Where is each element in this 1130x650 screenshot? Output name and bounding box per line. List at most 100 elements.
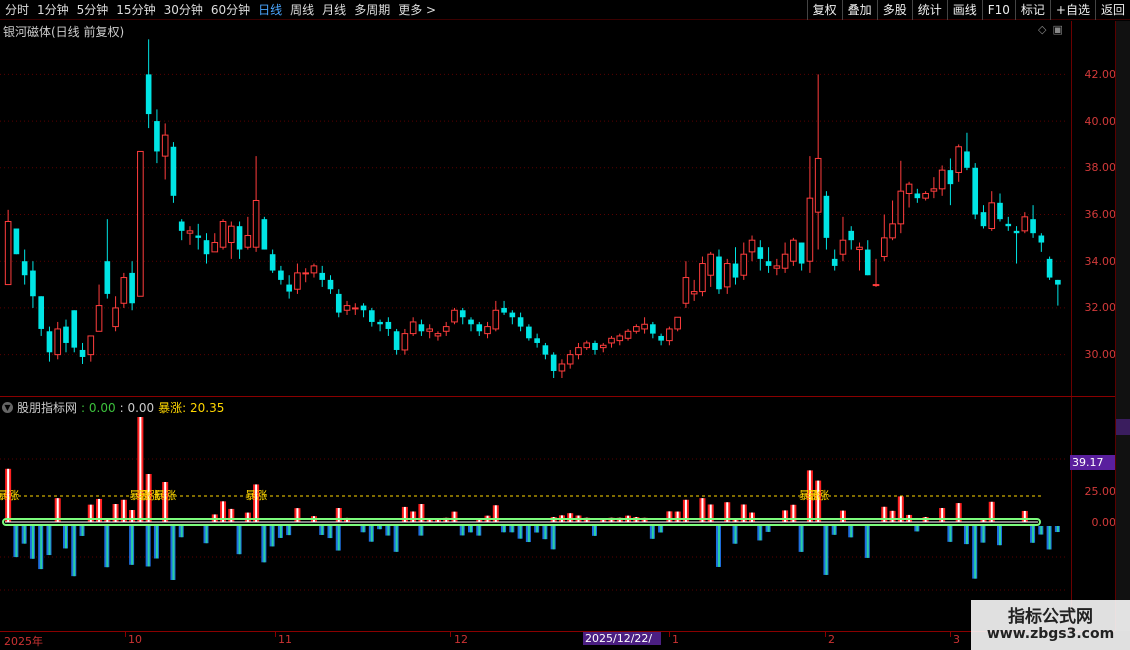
candle-body-up bbox=[955, 146, 962, 173]
candle-body-down bbox=[335, 293, 342, 313]
cursor-date-badge: 2025/12/22/一 bbox=[583, 632, 661, 650]
drop-bar-highlight bbox=[329, 526, 332, 539]
surge-bar-highlight bbox=[569, 513, 572, 522]
candle-body-up bbox=[4, 221, 12, 286]
candle-body-up bbox=[575, 347, 582, 356]
candle-body-down bbox=[261, 219, 268, 250]
panel-divider[interactable] bbox=[0, 396, 1115, 397]
candle-body-up bbox=[442, 326, 450, 332]
collapse-icon[interactable]: ▼ bbox=[2, 402, 13, 413]
candle-body-down bbox=[459, 310, 466, 318]
candle-body-down bbox=[765, 261, 772, 266]
candle-body-down bbox=[509, 312, 516, 318]
candle-body-down bbox=[592, 342, 598, 350]
drop-bar-highlight bbox=[511, 526, 514, 533]
candle-body-up bbox=[492, 309, 500, 330]
candle-body-down bbox=[393, 331, 400, 350]
surge-label: 暴涨 bbox=[807, 489, 829, 502]
candle-body-up bbox=[856, 246, 863, 251]
candle-body-down bbox=[997, 202, 1003, 220]
watermark-title: 指标公式网 bbox=[1008, 607, 1093, 627]
candle-body-down bbox=[658, 335, 664, 341]
candle-body-down bbox=[236, 226, 243, 250]
drop-bar-highlight bbox=[1048, 526, 1051, 550]
candle-body-up bbox=[781, 253, 789, 269]
candle-body-up bbox=[426, 328, 433, 332]
surge-bar-highlight bbox=[891, 510, 894, 522]
candle-body-down bbox=[286, 284, 292, 292]
candle-body-down bbox=[145, 74, 152, 115]
drop-bar-highlight bbox=[651, 526, 654, 539]
candle-body-up bbox=[938, 169, 946, 190]
drop-bar-highlight bbox=[73, 526, 76, 577]
watermark-url: www.zbgs3.com bbox=[986, 626, 1115, 642]
candle-body-down bbox=[1030, 219, 1036, 234]
surge-bar-highlight bbox=[1023, 510, 1026, 522]
candle-body-up bbox=[252, 199, 260, 248]
surge-bar-highlight bbox=[453, 511, 456, 522]
date-label: 1 bbox=[672, 633, 679, 646]
candle-body-up bbox=[401, 333, 409, 351]
candle-body-down bbox=[972, 167, 979, 215]
candle-body-up bbox=[674, 316, 681, 330]
candle-body-up bbox=[1021, 216, 1029, 232]
candle-body-up bbox=[633, 326, 640, 332]
candle-body-down bbox=[798, 242, 805, 264]
candle-body-up bbox=[880, 237, 888, 258]
drop-bar-highlight bbox=[362, 526, 365, 533]
date-label: 3 bbox=[953, 633, 960, 646]
drop-bar-highlight bbox=[544, 526, 547, 540]
candle-body-down bbox=[476, 324, 483, 332]
surge-bar-highlight bbox=[668, 511, 671, 522]
candle-body-down bbox=[848, 230, 855, 241]
candle-body-down bbox=[278, 270, 284, 280]
watermark: 指标公式网 www.zbgs3.com bbox=[971, 600, 1130, 650]
candle-body-up bbox=[95, 305, 103, 332]
drop-bar-highlight bbox=[395, 526, 398, 552]
surge-bar-highlight bbox=[164, 482, 167, 522]
indicator-surge-value: 暴涨: 20.35 bbox=[158, 401, 225, 415]
candle-body-up bbox=[112, 307, 119, 328]
date-tick bbox=[125, 632, 126, 637]
drop-bar-highlight bbox=[172, 526, 175, 580]
candle-body-up bbox=[120, 277, 128, 304]
candle-body-up bbox=[351, 307, 359, 310]
drop-bar-highlight bbox=[337, 526, 340, 551]
candle-body-down bbox=[864, 249, 871, 276]
surge-bar-highlight bbox=[230, 508, 233, 522]
candle-body-down bbox=[360, 305, 367, 311]
candle-body-down bbox=[104, 261, 111, 294]
candle-body-up bbox=[599, 344, 607, 349]
drop-bar-highlight bbox=[982, 526, 985, 543]
candle-body-up bbox=[641, 323, 648, 330]
date-tick bbox=[275, 632, 276, 637]
candle-body-down bbox=[757, 247, 764, 259]
candle-body-up bbox=[484, 326, 491, 335]
candle-body-down bbox=[1013, 230, 1020, 234]
candle-body-up bbox=[839, 239, 847, 255]
date-label: 2 bbox=[828, 633, 835, 646]
candle-body-up bbox=[566, 354, 574, 365]
price-label: 38.00 bbox=[1084, 161, 1117, 174]
drop-bar-highlight bbox=[238, 526, 241, 555]
drop-bar-highlight bbox=[279, 526, 282, 538]
drop-bar-highlight bbox=[205, 526, 208, 544]
candle-body-down bbox=[170, 146, 177, 196]
drop-bar-highlight bbox=[155, 526, 158, 559]
drop-bar-highlight bbox=[1032, 526, 1035, 543]
candle-body-up bbox=[773, 265, 781, 269]
indicator-name[interactable]: 股朋指标网 bbox=[17, 399, 77, 416]
candle-body-up bbox=[922, 192, 929, 199]
candle-body-down bbox=[178, 221, 185, 231]
right-axis-line bbox=[1071, 21, 1072, 631]
candle-body-down bbox=[13, 228, 20, 255]
drop-bar-highlight bbox=[833, 526, 836, 535]
candle-body-down bbox=[154, 121, 160, 152]
candle-body-down bbox=[980, 212, 987, 227]
current-value-badge: 39.17 bbox=[1070, 455, 1115, 470]
candle-body-up bbox=[161, 134, 169, 157]
drop-bar-highlight bbox=[288, 526, 291, 536]
drop-bar-highlight bbox=[717, 526, 720, 567]
candle-body-down bbox=[964, 151, 970, 168]
drop-bar-highlight bbox=[271, 526, 274, 547]
